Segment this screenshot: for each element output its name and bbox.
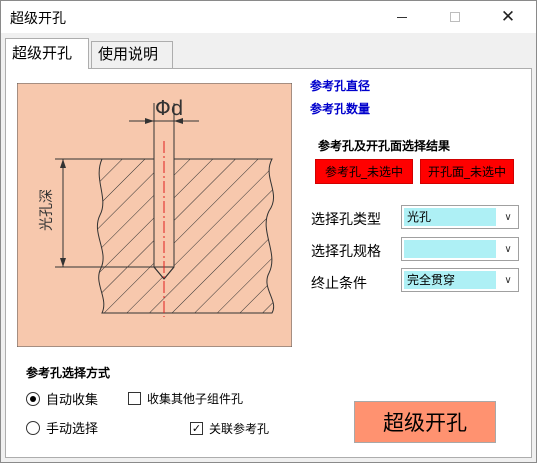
hole-diagram-svg: Φd 光孔深 <box>17 83 292 347</box>
hole-spec-value <box>404 240 496 258</box>
radio-auto-collect[interactable]: 自动收集 <box>26 389 98 408</box>
close-button[interactable]: ✕ <box>485 1 531 33</box>
super-hole-button[interactable]: 超级开孔 <box>354 401 496 443</box>
minimize-icon <box>397 16 407 18</box>
selection-result-label: 参考孔及开孔面选择结果 <box>318 139 451 153</box>
link-ref-checkbox[interactable]: ✓ <box>190 422 203 435</box>
end-condition-select[interactable]: 完全贯穿 ∨ <box>401 268 519 292</box>
depth-label: 光孔深 <box>39 189 55 231</box>
chevron-down-icon: ∨ <box>504 274 512 286</box>
checkbox-collect-sub[interactable]: 收集其他子组件孔 <box>128 390 243 407</box>
window-title: 超级开孔 <box>10 11 66 27</box>
radio-manual-label: 手动选择 <box>46 422 99 437</box>
maximize-icon <box>450 12 460 22</box>
tab-instructions[interactable]: 使用说明 <box>91 41 173 68</box>
collect-sub-checkbox[interactable] <box>128 392 141 405</box>
radio-auto-indicator[interactable] <box>26 391 40 406</box>
collect-sub-label: 收集其他子组件孔 <box>147 392 244 406</box>
face-status-button[interactable]: 开孔面_未选中 <box>420 159 514 184</box>
hole-type-value: 光孔 <box>404 208 496 226</box>
checkbox-link-ref[interactable]: ✓ 关联参考孔 <box>190 420 269 437</box>
ref-hole-count-label: 参考孔数量 <box>310 102 371 116</box>
maximize-button[interactable] <box>432 1 478 33</box>
app-window: 超级开孔 ✕ 超级开孔 使用说明 Φd 光孔深 参考孔直径 参考孔数量 参考孔及… <box>0 0 537 463</box>
dim-diameter-label: Φd <box>155 96 183 120</box>
selection-mode-label: 参考孔选择方式 <box>26 366 111 380</box>
hole-type-label: 选择孔类型 <box>311 212 381 228</box>
link-ref-label: 关联参考孔 <box>209 422 270 436</box>
tab-super-hole[interactable]: 超级开孔 <box>5 38 89 69</box>
end-condition-label: 终止条件 <box>311 276 367 292</box>
hole-diagram: Φd 光孔深 <box>17 83 292 347</box>
hole-spec-select[interactable]: ∨ <box>401 237 519 261</box>
radio-manual-indicator[interactable] <box>26 420 40 435</box>
tab-panel: Φd 光孔深 参考孔直径 参考孔数量 参考孔及开孔面选择结果 参考孔_未选中 开… <box>5 68 532 458</box>
minimize-button[interactable] <box>379 1 425 33</box>
chevron-down-icon: ∨ <box>504 211 512 223</box>
hole-type-select[interactable]: 光孔 ∨ <box>401 205 519 229</box>
end-condition-value: 完全贯穿 <box>404 271 496 289</box>
ref-hole-diameter-label: 参考孔直径 <box>310 79 371 93</box>
hole-spec-label: 选择孔规格 <box>311 244 381 260</box>
radio-auto-label: 自动收集 <box>46 393 99 408</box>
ref-hole-status-button[interactable]: 参考孔_未选中 <box>315 159 413 184</box>
close-icon: ✕ <box>500 7 516 27</box>
radio-manual-select[interactable]: 手动选择 <box>26 418 98 437</box>
title-bar: 超级开孔 ✕ <box>1 1 536 33</box>
chevron-down-icon: ∨ <box>504 243 512 255</box>
material-body <box>96 158 275 314</box>
